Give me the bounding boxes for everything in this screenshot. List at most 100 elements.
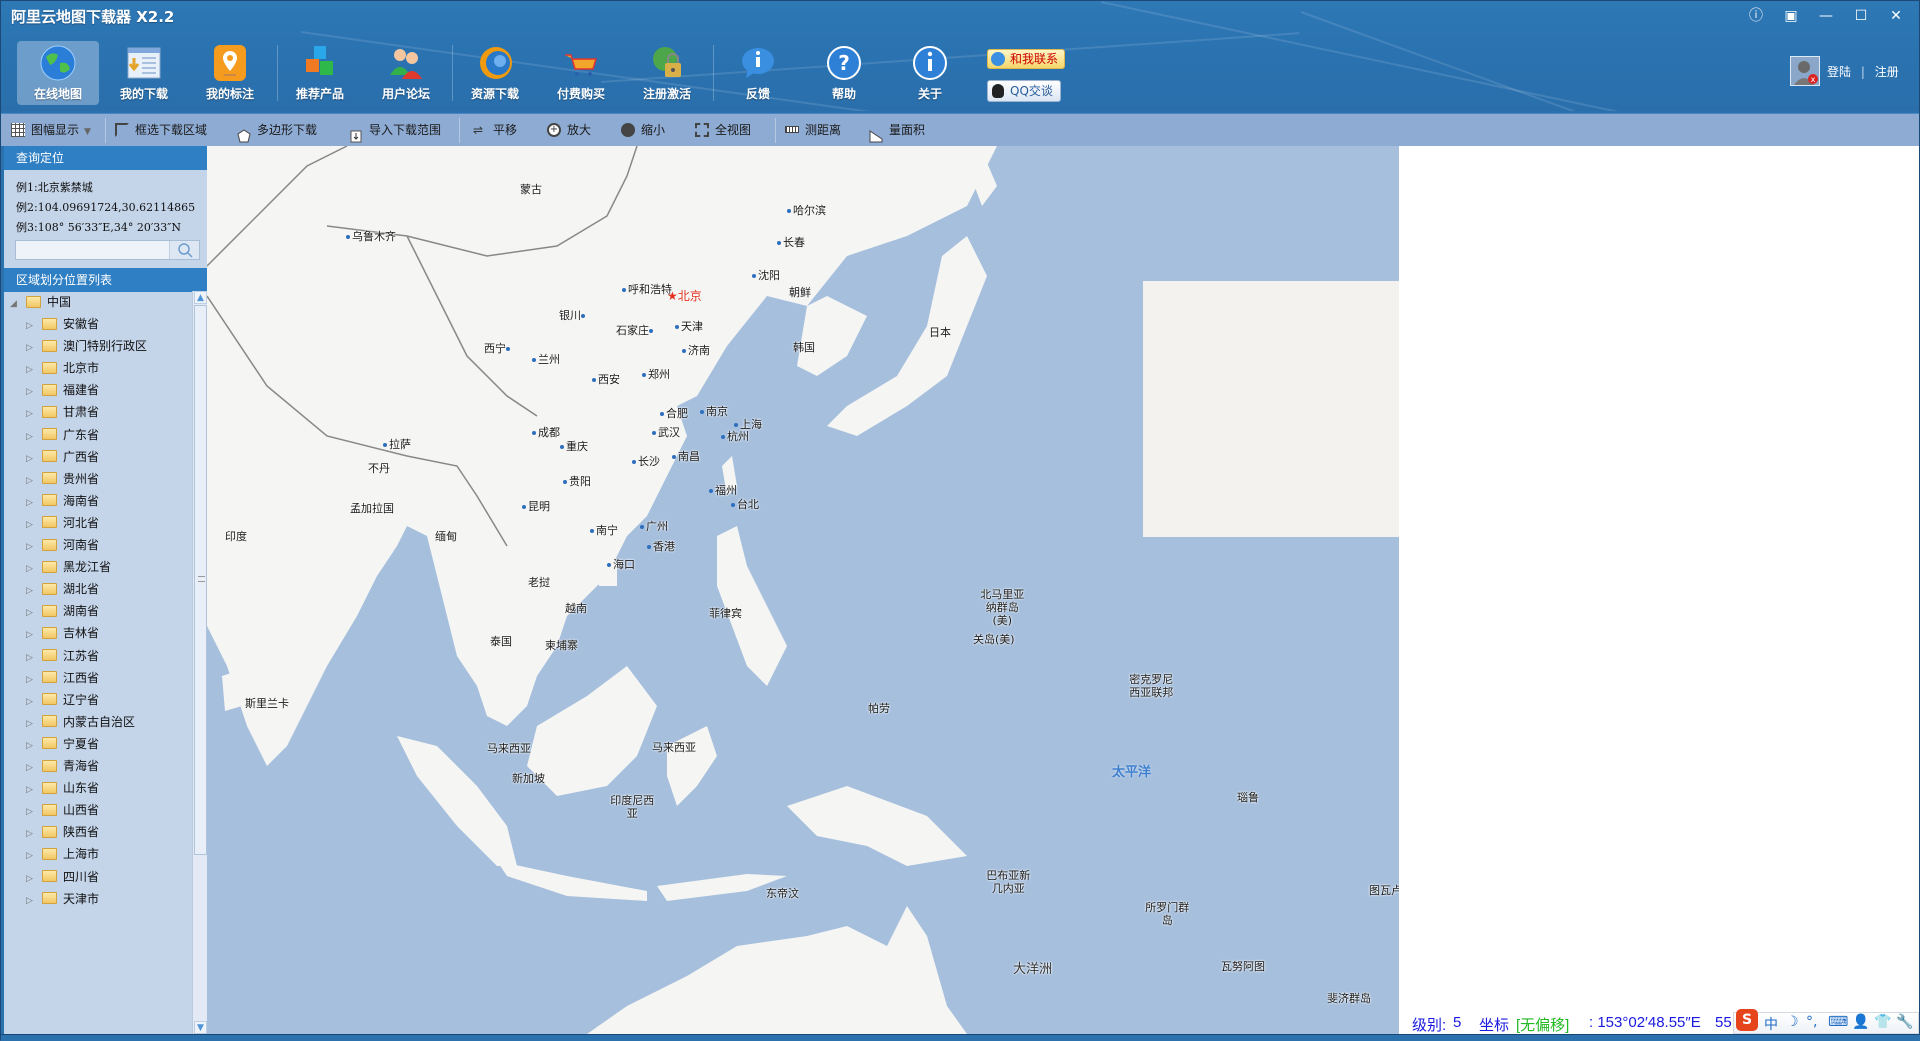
expand-triangle-icon[interactable]: ▷: [26, 381, 36, 403]
moon-icon[interactable]: ☽: [1786, 1014, 1799, 1030]
tree-node-province[interactable]: ▷ 江西省: [26, 667, 99, 689]
ime-toolbar[interactable]: S 中 ☽ °, ⌨ 👤 👕 🔧: [1733, 1009, 1919, 1034]
tree-node-province[interactable]: ▷ 河南省: [26, 534, 99, 556]
contact-me-button[interactable]: 和我联系: [987, 49, 1065, 69]
tree-node-province[interactable]: ▷ 河北省: [26, 512, 99, 534]
tool-rect-select[interactable]: 框选下载区域: [115, 114, 207, 147]
expand-triangle-icon[interactable]: ▷: [26, 403, 36, 425]
tool-pan[interactable]: ⇌ 平移: [473, 114, 517, 147]
expand-triangle-icon[interactable]: ▷: [26, 669, 36, 691]
register-link[interactable]: 注册: [1875, 65, 1899, 79]
expand-triangle-icon[interactable]: ▷: [26, 602, 36, 624]
tree-node-province[interactable]: ▷ 青海省: [26, 755, 99, 777]
tree-node-province[interactable]: ▷ 天津市: [26, 888, 99, 910]
tree-node-province[interactable]: ▷ 江苏省: [26, 645, 99, 667]
nav-resource-download[interactable]: 资源下载: [454, 41, 536, 105]
user-avatar[interactable]: x: [1790, 56, 1820, 86]
qq-chat-button[interactable]: QQ交谈: [987, 80, 1061, 102]
expand-triangle-icon[interactable]: ▷: [26, 514, 36, 536]
tree-node-province[interactable]: ▷ 福建省: [26, 379, 99, 401]
scroll-down-arrow[interactable]: ▼: [194, 1021, 207, 1034]
tree-node-province[interactable]: ▷ 湖北省: [26, 578, 99, 600]
login-link[interactable]: 登陆: [1827, 65, 1851, 79]
nav-feedback[interactable]: 反馈: [717, 41, 799, 105]
expand-triangle-icon[interactable]: ▷: [26, 624, 36, 646]
tree-node-root[interactable]: ◢ 中国: [10, 291, 71, 313]
tree-node-province[interactable]: ▷ 宁夏省: [26, 733, 99, 755]
expand-triangle-icon[interactable]: ▷: [26, 337, 36, 359]
nav-recommended-products[interactable]: 推荐产品: [279, 41, 361, 105]
search-button[interactable]: [169, 241, 199, 259]
skin-button[interactable]: ▣: [1776, 5, 1806, 27]
tool-frame-display[interactable]: 图幅显示 ▼: [11, 114, 91, 147]
expand-triangle-icon[interactable]: ▷: [26, 713, 36, 735]
ime-chinese-mode[interactable]: 中: [1764, 1014, 1778, 1034]
maximize-button[interactable]: ☐: [1846, 5, 1876, 27]
punctuation-icon[interactable]: °,: [1806, 1014, 1817, 1030]
tree-node-province[interactable]: ▷ 辽宁省: [26, 689, 99, 711]
nav-user-forum[interactable]: 用户论坛: [365, 41, 447, 105]
minimize-button[interactable]: —: [1811, 5, 1841, 27]
nav-purchase[interactable]: 付费购买: [540, 41, 622, 105]
close-button[interactable]: ✕: [1881, 5, 1911, 27]
tree-node-province[interactable]: ▷ 山西省: [26, 799, 99, 821]
nav-help[interactable]: ? 帮助: [803, 41, 885, 105]
tree-node-province[interactable]: ▷ 贵州省: [26, 468, 99, 490]
tree-node-province[interactable]: ▷ 广东省: [26, 424, 99, 446]
tool-zoom-in[interactable]: + 放大: [547, 114, 591, 147]
tool-measure-area[interactable]: 量面积: [869, 114, 925, 147]
tool-polygon-download[interactable]: 多边形下载: [237, 114, 317, 147]
expand-triangle-icon[interactable]: ▷: [26, 801, 36, 823]
tool-measure-distance[interactable]: 测距离: [785, 114, 841, 147]
expand-triangle-icon[interactable]: ▷: [26, 823, 36, 845]
skin-shirt-icon[interactable]: 👕: [1874, 1014, 1891, 1030]
user-icon[interactable]: 👤: [1852, 1014, 1869, 1030]
keyboard-icon[interactable]: ⌨: [1828, 1014, 1848, 1030]
region-tree-scrollbar[interactable]: ▲ ▼: [192, 291, 207, 1034]
expand-triangle-icon[interactable]: ▷: [26, 580, 36, 602]
tree-node-province[interactable]: ▷ 上海市: [26, 843, 99, 865]
tree-node-province[interactable]: ▷ 海南省: [26, 490, 99, 512]
tool-import-range[interactable]: 导入下载范围: [349, 114, 441, 147]
tree-node-province[interactable]: ▷ 广西省: [26, 446, 99, 468]
tree-node-province[interactable]: ▷ 吉林省: [26, 622, 99, 644]
expand-triangle-icon[interactable]: ▷: [26, 845, 36, 867]
nav-my-markers[interactable]: 我的标注: [189, 41, 271, 105]
expand-triangle-icon[interactable]: ▷: [26, 315, 36, 337]
wrench-icon[interactable]: 🔧: [1896, 1014, 1913, 1030]
expand-triangle-icon[interactable]: ▷: [26, 647, 36, 669]
tree-node-province[interactable]: ▷ 陕西省: [26, 821, 99, 843]
tree-node-province[interactable]: ▷ 澳门特别行政区: [26, 335, 147, 357]
expand-triangle-icon[interactable]: ▷: [26, 359, 36, 381]
nav-register-activate[interactable]: 注册激活: [626, 41, 708, 105]
tree-node-province[interactable]: ▷ 北京市: [26, 357, 99, 379]
expand-triangle-icon[interactable]: ▷: [26, 691, 36, 713]
tree-node-province[interactable]: ▷ 安徽省: [26, 313, 99, 335]
tree-node-province[interactable]: ▷ 甘肃省: [26, 401, 99, 423]
tree-node-province[interactable]: ▷ 四川省: [26, 866, 99, 888]
search-input[interactable]: [16, 244, 168, 262]
collapse-triangle-icon[interactable]: ◢: [10, 293, 20, 315]
expand-triangle-icon[interactable]: ▷: [26, 890, 36, 912]
expand-triangle-icon[interactable]: ▷: [26, 868, 36, 890]
nav-about[interactable]: 关于: [889, 41, 971, 105]
info-button[interactable]: ⓘ: [1741, 5, 1771, 27]
scroll-thumb[interactable]: [194, 305, 207, 855]
tree-node-province[interactable]: ▷ 湖南省: [26, 600, 99, 622]
sogou-logo-icon[interactable]: S: [1736, 1009, 1758, 1031]
expand-triangle-icon[interactable]: ▷: [26, 426, 36, 448]
expand-triangle-icon[interactable]: ▷: [26, 536, 36, 558]
tree-node-province[interactable]: ▷ 山东省: [26, 777, 99, 799]
expand-triangle-icon[interactable]: ▷: [26, 558, 36, 580]
scroll-up-arrow[interactable]: ▲: [194, 291, 207, 304]
expand-triangle-icon[interactable]: ▷: [26, 492, 36, 514]
tool-full-extent[interactable]: 全视图: [695, 114, 751, 147]
nav-online-map[interactable]: 在线地图: [17, 41, 99, 105]
expand-triangle-icon[interactable]: ▷: [26, 470, 36, 492]
expand-triangle-icon[interactable]: ▷: [26, 448, 36, 470]
tree-node-province[interactable]: ▷ 内蒙古自治区: [26, 711, 135, 733]
nav-my-downloads[interactable]: 我的下载: [103, 41, 185, 105]
map-view[interactable]: 乌鲁木齐 哈尔滨 长春 沈阳 呼和浩特 天津 银川 石家庄 济南 西宁 兰州 西安 郑州 合肥 南京 上海 武汉…: [207, 146, 1399, 1034]
expand-triangle-icon[interactable]: ▷: [26, 779, 36, 801]
expand-triangle-icon[interactable]: ▷: [26, 757, 36, 779]
